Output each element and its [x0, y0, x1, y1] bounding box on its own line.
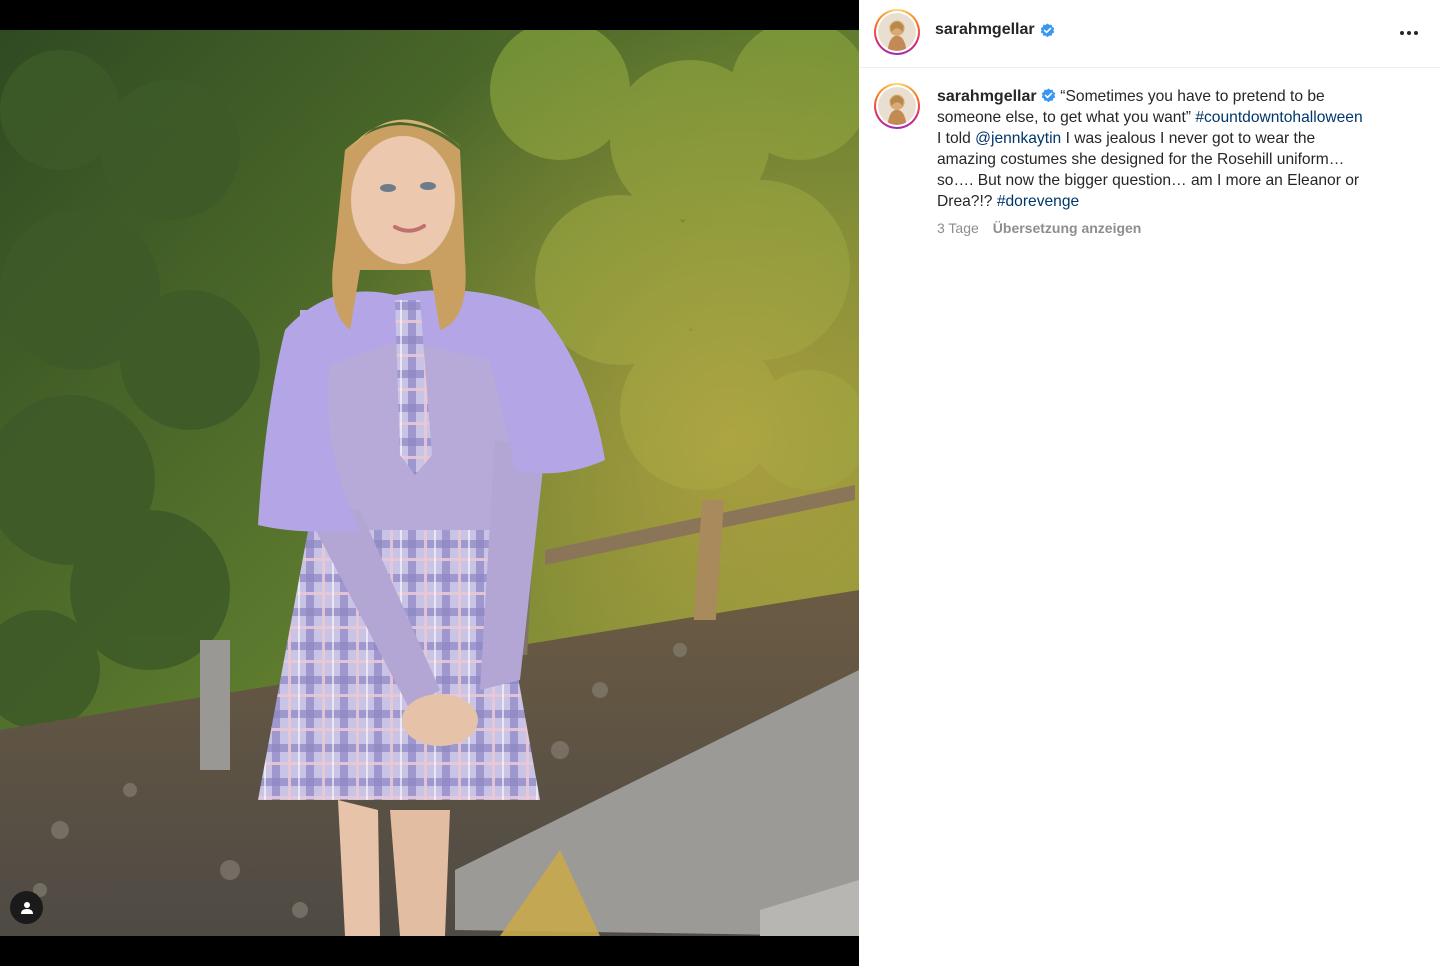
caption-line: so…. But now the bigger question… am I m… — [937, 170, 1427, 191]
caption-line: I told @jennkaytin I was jealous I never… — [937, 128, 1427, 149]
caption-line: Drea?!? #dorevenge — [937, 191, 1427, 212]
caption-text: I was jealous I never got to wear the — [1065, 130, 1316, 147]
username-link[interactable]: sarahmgellar — [935, 21, 1035, 39]
verified-badge-icon — [1040, 22, 1054, 37]
profile-picture — [878, 13, 916, 51]
profile-picture — [878, 87, 916, 125]
more-options-button[interactable] — [1389, 20, 1429, 46]
translate-button[interactable]: Übersetzung anzeigen — [993, 220, 1142, 236]
caption-avatar[interactable] — [874, 83, 920, 129]
caption-text: “Sometimes you have to pretend to be — [1060, 88, 1325, 105]
caption-line: sarahmgellar “Sometimes you have to pret… — [937, 86, 1427, 107]
user-tag-icon — [20, 901, 33, 914]
hashtag-link[interactable]: #countdowntohalloween — [1195, 109, 1362, 126]
header-username-group: sarahmgellar — [935, 21, 1055, 39]
mention-link[interactable]: @jennkaytin — [975, 130, 1061, 147]
caption-text: amazing costumes she designed for the Ro… — [937, 151, 1345, 168]
caption-text: someone else, to get what you want” — [937, 109, 1191, 126]
post-photo[interactable] — [0, 30, 859, 936]
caption-line: someone else, to get what you want” #cou… — [937, 107, 1427, 128]
avatar[interactable] — [874, 9, 920, 55]
post-timestamp[interactable]: 3 Tage — [937, 220, 979, 236]
post-meta: 3 Tage Übersetzung anzeigen — [937, 220, 1141, 236]
post-caption: sarahmgellar “Sometimes you have to pret… — [937, 86, 1427, 212]
tag-button[interactable] — [10, 891, 43, 924]
caption-line: amazing costumes she designed for the Ro… — [937, 149, 1427, 170]
caption-username-link[interactable]: sarahmgellar — [937, 88, 1037, 105]
caption-text: so…. But now the bigger question… am I m… — [937, 172, 1360, 189]
post-media — [0, 0, 859, 966]
post-details-panel: sarahmgellar sarahmgellar “Sometimes you… — [859, 0, 1440, 966]
hashtag-link[interactable]: #dorevenge — [997, 193, 1079, 210]
caption-text: Drea?!? — [937, 193, 993, 210]
caption-text: I told — [937, 130, 971, 147]
verified-badge-icon — [1041, 88, 1056, 103]
more-horizontal-icon — [1400, 31, 1404, 35]
post-header: sarahmgellar — [859, 0, 1440, 68]
